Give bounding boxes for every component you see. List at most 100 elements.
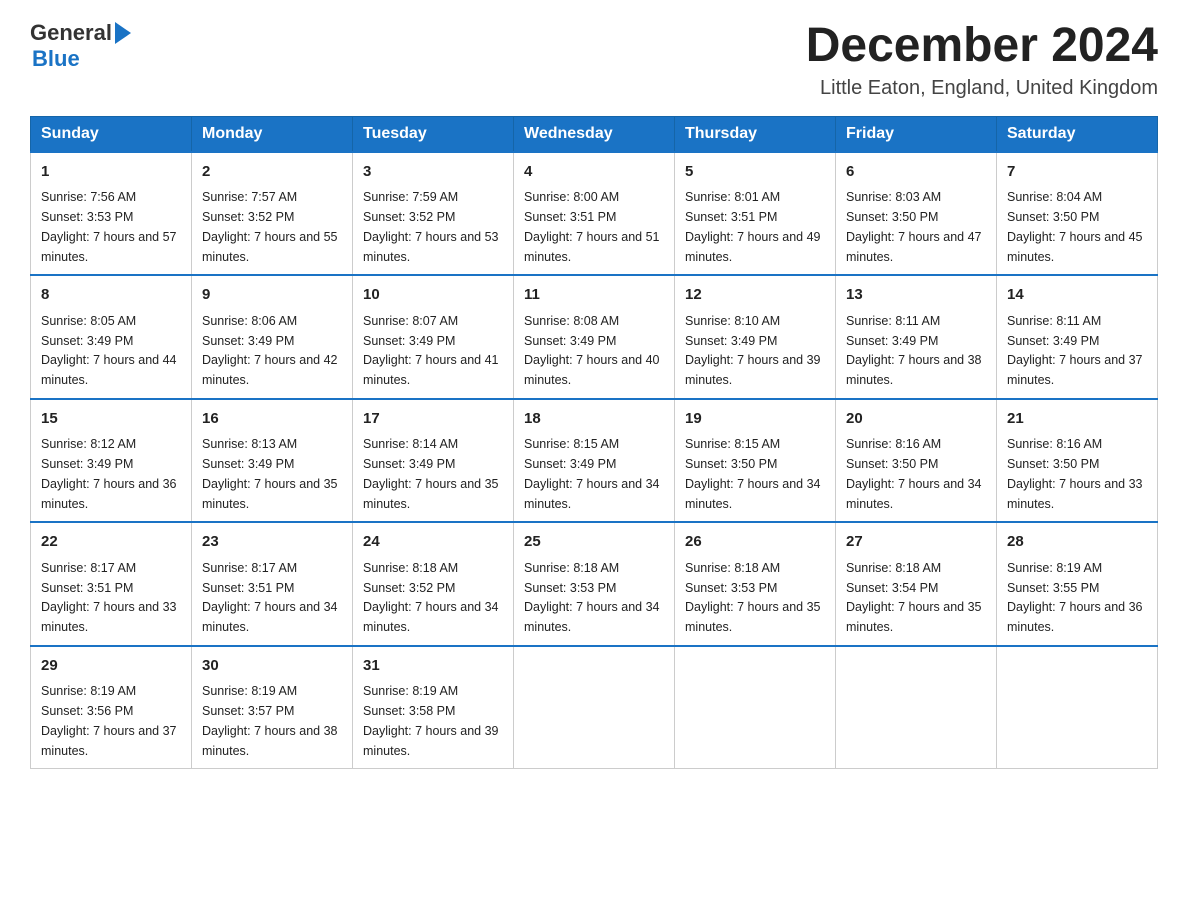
- day-info: Sunrise: 8:19 AMSunset: 3:55 PMDaylight:…: [1007, 561, 1143, 634]
- calendar-cell: 20 Sunrise: 8:16 AMSunset: 3:50 PMDaylig…: [836, 399, 997, 523]
- day-number: 11: [524, 284, 664, 307]
- calendar-cell: 21 Sunrise: 8:16 AMSunset: 3:50 PMDaylig…: [997, 399, 1158, 523]
- day-info: Sunrise: 8:11 AMSunset: 3:49 PMDaylight:…: [846, 314, 982, 387]
- day-number: 7: [1007, 161, 1147, 184]
- day-info: Sunrise: 8:16 AMSunset: 3:50 PMDaylight:…: [1007, 437, 1143, 510]
- day-info: Sunrise: 7:56 AMSunset: 3:53 PMDaylight:…: [41, 190, 177, 263]
- calendar-week-5: 29 Sunrise: 8:19 AMSunset: 3:56 PMDaylig…: [31, 646, 1158, 769]
- calendar-cell: 9 Sunrise: 8:06 AMSunset: 3:49 PMDayligh…: [192, 275, 353, 399]
- day-number: 8: [41, 284, 181, 307]
- calendar-cell: 26 Sunrise: 8:18 AMSunset: 3:53 PMDaylig…: [675, 522, 836, 646]
- day-number: 15: [41, 408, 181, 431]
- day-number: 28: [1007, 531, 1147, 554]
- col-tuesday: Tuesday: [353, 116, 514, 152]
- calendar-cell: 22 Sunrise: 8:17 AMSunset: 3:51 PMDaylig…: [31, 522, 192, 646]
- calendar-week-4: 22 Sunrise: 8:17 AMSunset: 3:51 PMDaylig…: [31, 522, 1158, 646]
- logo-general-text: General: [30, 20, 112, 46]
- day-info: Sunrise: 8:19 AMSunset: 3:57 PMDaylight:…: [202, 684, 338, 757]
- col-friday: Friday: [836, 116, 997, 152]
- calendar-cell: 5 Sunrise: 8:01 AMSunset: 3:51 PMDayligh…: [675, 152, 836, 276]
- calendar-cell: 13 Sunrise: 8:11 AMSunset: 3:49 PMDaylig…: [836, 275, 997, 399]
- day-number: 12: [685, 284, 825, 307]
- calendar-cell: [836, 646, 997, 769]
- calendar-cell: 29 Sunrise: 8:19 AMSunset: 3:56 PMDaylig…: [31, 646, 192, 769]
- day-info: Sunrise: 8:16 AMSunset: 3:50 PMDaylight:…: [846, 437, 982, 510]
- calendar-cell: 17 Sunrise: 8:14 AMSunset: 3:49 PMDaylig…: [353, 399, 514, 523]
- month-title: December 2024: [806, 20, 1158, 73]
- day-info: Sunrise: 8:18 AMSunset: 3:52 PMDaylight:…: [363, 561, 499, 634]
- col-sunday: Sunday: [31, 116, 192, 152]
- day-info: Sunrise: 8:06 AMSunset: 3:49 PMDaylight:…: [202, 314, 338, 387]
- day-number: 17: [363, 408, 503, 431]
- day-number: 4: [524, 161, 664, 184]
- calendar-table: Sunday Monday Tuesday Wednesday Thursday…: [30, 116, 1158, 770]
- calendar-cell: [675, 646, 836, 769]
- day-info: Sunrise: 8:18 AMSunset: 3:54 PMDaylight:…: [846, 561, 982, 634]
- day-info: Sunrise: 8:00 AMSunset: 3:51 PMDaylight:…: [524, 190, 660, 263]
- day-number: 6: [846, 161, 986, 184]
- calendar-cell: 8 Sunrise: 8:05 AMSunset: 3:49 PMDayligh…: [31, 275, 192, 399]
- day-info: Sunrise: 8:07 AMSunset: 3:49 PMDaylight:…: [363, 314, 499, 387]
- logo-triangle-icon: [115, 22, 131, 44]
- day-number: 29: [41, 655, 181, 678]
- day-number: 24: [363, 531, 503, 554]
- day-number: 27: [846, 531, 986, 554]
- calendar-cell: 23 Sunrise: 8:17 AMSunset: 3:51 PMDaylig…: [192, 522, 353, 646]
- col-wednesday: Wednesday: [514, 116, 675, 152]
- calendar-week-1: 1 Sunrise: 7:56 AMSunset: 3:53 PMDayligh…: [31, 152, 1158, 276]
- day-info: Sunrise: 8:15 AMSunset: 3:50 PMDaylight:…: [685, 437, 821, 510]
- day-number: 23: [202, 531, 342, 554]
- calendar-cell: 6 Sunrise: 8:03 AMSunset: 3:50 PMDayligh…: [836, 152, 997, 276]
- day-number: 31: [363, 655, 503, 678]
- day-info: Sunrise: 8:19 AMSunset: 3:58 PMDaylight:…: [363, 684, 499, 757]
- calendar-cell: 30 Sunrise: 8:19 AMSunset: 3:57 PMDaylig…: [192, 646, 353, 769]
- calendar-cell: 12 Sunrise: 8:10 AMSunset: 3:49 PMDaylig…: [675, 275, 836, 399]
- day-number: 25: [524, 531, 664, 554]
- day-number: 18: [524, 408, 664, 431]
- day-info: Sunrise: 8:18 AMSunset: 3:53 PMDaylight:…: [685, 561, 821, 634]
- calendar-cell: 28 Sunrise: 8:19 AMSunset: 3:55 PMDaylig…: [997, 522, 1158, 646]
- col-monday: Monday: [192, 116, 353, 152]
- calendar-cell: 18 Sunrise: 8:15 AMSunset: 3:49 PMDaylig…: [514, 399, 675, 523]
- day-info: Sunrise: 8:04 AMSunset: 3:50 PMDaylight:…: [1007, 190, 1143, 263]
- calendar-cell: 24 Sunrise: 8:18 AMSunset: 3:52 PMDaylig…: [353, 522, 514, 646]
- calendar-cell: 2 Sunrise: 7:57 AMSunset: 3:52 PMDayligh…: [192, 152, 353, 276]
- day-number: 1: [41, 161, 181, 184]
- day-number: 20: [846, 408, 986, 431]
- calendar-cell: 19 Sunrise: 8:15 AMSunset: 3:50 PMDaylig…: [675, 399, 836, 523]
- day-info: Sunrise: 8:17 AMSunset: 3:51 PMDaylight:…: [41, 561, 177, 634]
- calendar-cell: 15 Sunrise: 8:12 AMSunset: 3:49 PMDaylig…: [31, 399, 192, 523]
- day-info: Sunrise: 8:17 AMSunset: 3:51 PMDaylight:…: [202, 561, 338, 634]
- logo: General Blue: [30, 20, 131, 72]
- calendar-cell: [514, 646, 675, 769]
- calendar-week-2: 8 Sunrise: 8:05 AMSunset: 3:49 PMDayligh…: [31, 275, 1158, 399]
- title-block: December 2024 Little Eaton, England, Uni…: [806, 20, 1158, 100]
- calendar-cell: 7 Sunrise: 8:04 AMSunset: 3:50 PMDayligh…: [997, 152, 1158, 276]
- page-header: General Blue December 2024 Little Eaton,…: [30, 20, 1158, 100]
- calendar-week-3: 15 Sunrise: 8:12 AMSunset: 3:49 PMDaylig…: [31, 399, 1158, 523]
- day-info: Sunrise: 7:57 AMSunset: 3:52 PMDaylight:…: [202, 190, 338, 263]
- day-info: Sunrise: 8:05 AMSunset: 3:49 PMDaylight:…: [41, 314, 177, 387]
- day-info: Sunrise: 8:19 AMSunset: 3:56 PMDaylight:…: [41, 684, 177, 757]
- day-number: 21: [1007, 408, 1147, 431]
- calendar-header-row: Sunday Monday Tuesday Wednesday Thursday…: [31, 116, 1158, 152]
- logo-blue-text: Blue: [32, 46, 80, 72]
- calendar-cell: 27 Sunrise: 8:18 AMSunset: 3:54 PMDaylig…: [836, 522, 997, 646]
- calendar-cell: 3 Sunrise: 7:59 AMSunset: 3:52 PMDayligh…: [353, 152, 514, 276]
- day-number: 22: [41, 531, 181, 554]
- day-number: 19: [685, 408, 825, 431]
- day-info: Sunrise: 8:03 AMSunset: 3:50 PMDaylight:…: [846, 190, 982, 263]
- day-info: Sunrise: 7:59 AMSunset: 3:52 PMDaylight:…: [363, 190, 499, 263]
- day-number: 14: [1007, 284, 1147, 307]
- calendar-cell: 14 Sunrise: 8:11 AMSunset: 3:49 PMDaylig…: [997, 275, 1158, 399]
- day-info: Sunrise: 8:18 AMSunset: 3:53 PMDaylight:…: [524, 561, 660, 634]
- day-number: 30: [202, 655, 342, 678]
- calendar-cell: [997, 646, 1158, 769]
- day-number: 9: [202, 284, 342, 307]
- day-number: 16: [202, 408, 342, 431]
- day-number: 13: [846, 284, 986, 307]
- calendar-cell: 25 Sunrise: 8:18 AMSunset: 3:53 PMDaylig…: [514, 522, 675, 646]
- day-number: 26: [685, 531, 825, 554]
- calendar-cell: 11 Sunrise: 8:08 AMSunset: 3:49 PMDaylig…: [514, 275, 675, 399]
- col-thursday: Thursday: [675, 116, 836, 152]
